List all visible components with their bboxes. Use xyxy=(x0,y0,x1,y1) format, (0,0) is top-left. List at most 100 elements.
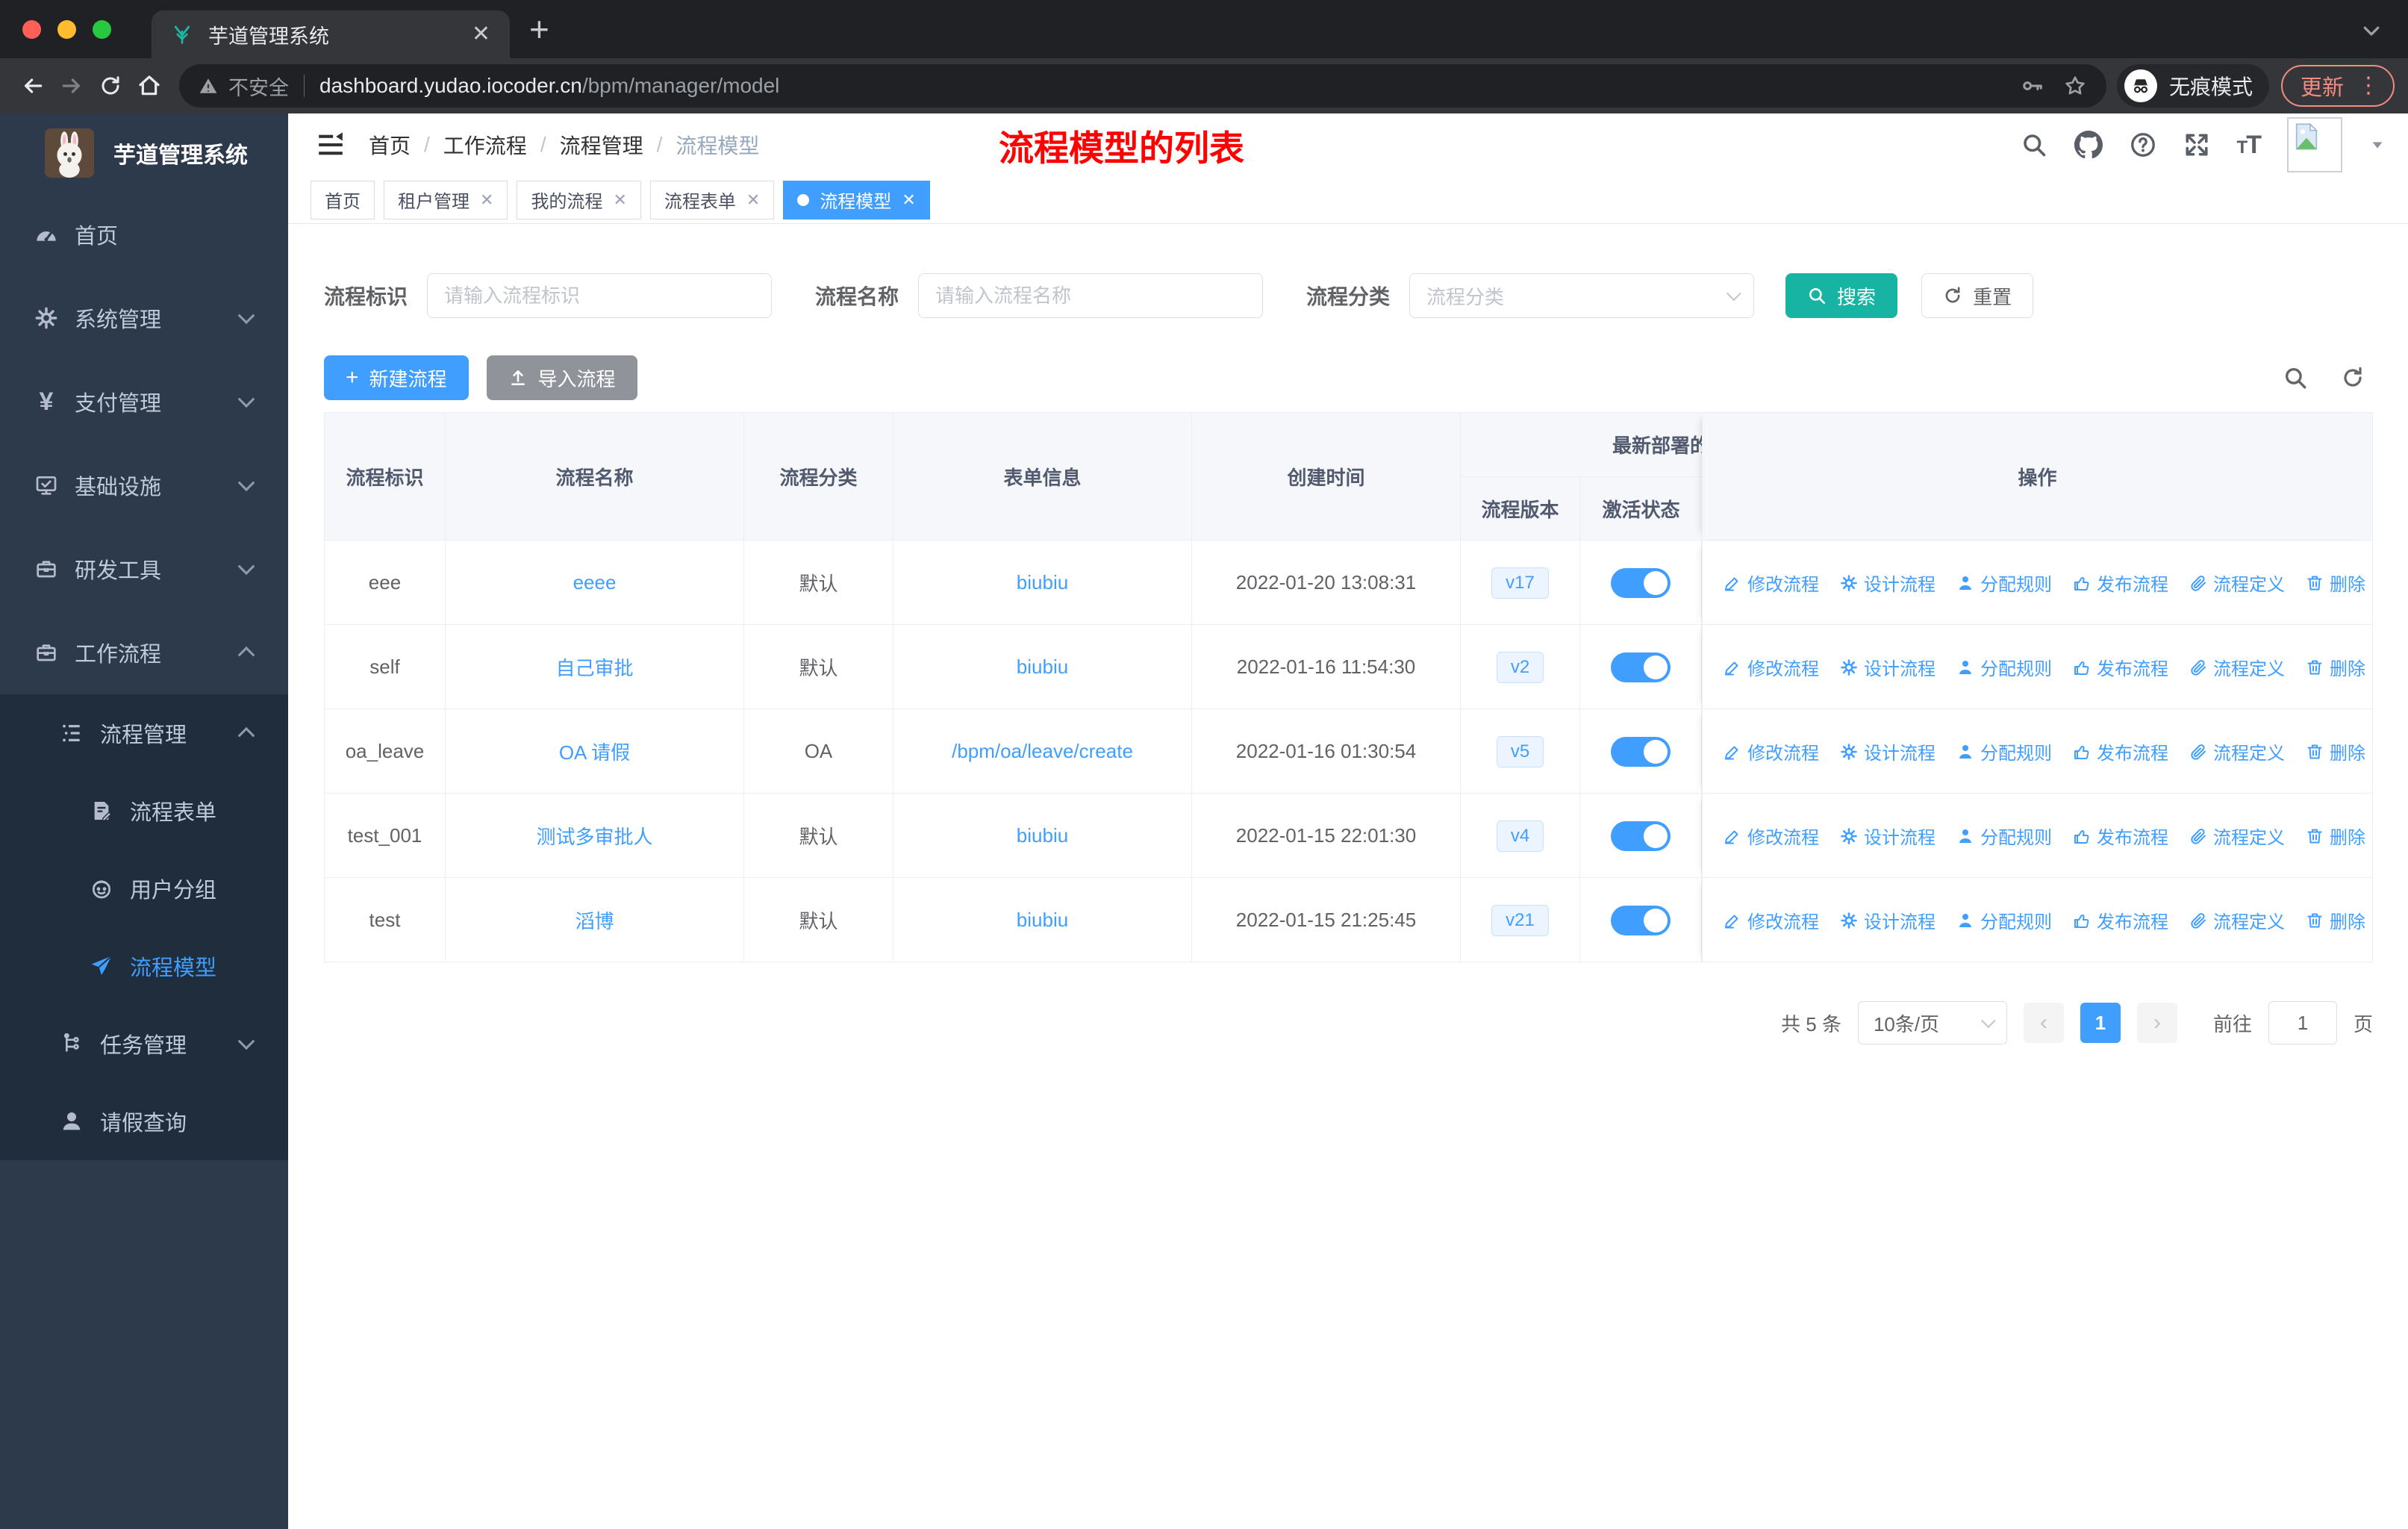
process-name-link[interactable]: OA 请假 xyxy=(559,738,630,765)
browser-update-button[interactable]: 更新 ⋮ xyxy=(2280,65,2395,107)
tag-my-process[interactable]: 我的流程 ✕ xyxy=(517,180,641,219)
goto-page-input[interactable] xyxy=(2268,1001,2337,1044)
process-name-link[interactable]: eeee xyxy=(573,571,617,594)
process-definition-link[interactable]: 流程定义 xyxy=(2189,654,2285,680)
close-window-button[interactable] xyxy=(22,19,41,39)
sidebar-item-workflow[interactable]: 工作流程 xyxy=(0,611,288,694)
assign-rule-link[interactable]: 分配规则 xyxy=(1956,738,2052,764)
modify-process-link[interactable]: 修改流程 xyxy=(1724,738,1819,764)
sidebar-item-process-form[interactable]: 流程表单 xyxy=(0,772,288,850)
assign-rule-link[interactable]: 分配规则 xyxy=(1956,654,2052,680)
sidebar-collapse-icon[interactable] xyxy=(316,131,345,159)
app-logo-row[interactable]: 芋道管理系统 xyxy=(0,113,288,193)
publish-process-link[interactable]: 发布流程 xyxy=(2073,654,2168,680)
assign-rule-link[interactable]: 分配规则 xyxy=(1956,907,2052,933)
assign-rule-link[interactable]: 分配规则 xyxy=(1956,823,2052,849)
close-icon[interactable]: ✕ xyxy=(746,190,760,210)
version-badge[interactable]: v4 xyxy=(1496,820,1544,852)
delete-link[interactable]: 删除 xyxy=(2306,907,2365,933)
active-toggle[interactable] xyxy=(1611,652,1671,682)
help-icon[interactable] xyxy=(2130,131,2156,158)
sidebar-item-payment-management[interactable]: ¥ 支付管理 xyxy=(0,360,288,443)
tag-process-form[interactable]: 流程表单 ✕ xyxy=(649,180,775,219)
search-button[interactable]: 搜索 xyxy=(1785,273,1898,318)
sidebar-item-task-management[interactable]: 任务管理 xyxy=(0,1005,288,1083)
assign-rule-link[interactable]: 分配规则 xyxy=(1956,570,2052,596)
publish-process-link[interactable]: 发布流程 xyxy=(2073,738,2168,764)
not-secure-warning-icon[interactable] xyxy=(199,76,218,96)
sidebar-item-home[interactable]: 首页 xyxy=(0,193,288,276)
home-button[interactable] xyxy=(130,66,169,105)
maximize-window-button[interactable] xyxy=(93,19,111,39)
url-path[interactable]: /bpm/manager/model xyxy=(582,74,780,98)
version-badge[interactable]: v17 xyxy=(1491,567,1549,599)
toggle-search-icon[interactable] xyxy=(2283,365,2308,390)
breadcrumb-process-management[interactable]: 流程管理 xyxy=(560,130,643,160)
delete-link[interactable]: 删除 xyxy=(2306,738,2365,764)
tag-process-model[interactable]: 流程模型 ✕ xyxy=(783,180,930,219)
active-toggle[interactable] xyxy=(1611,820,1671,851)
process-name-input[interactable] xyxy=(918,273,1264,318)
reset-button[interactable]: 重置 xyxy=(1921,273,2034,318)
version-badge[interactable]: v5 xyxy=(1496,735,1544,767)
browser-menu-icon[interactable]: ⋮ xyxy=(2357,75,2380,97)
breadcrumb-home[interactable]: 首页 xyxy=(369,130,411,160)
browser-tab[interactable]: 芋道管理系统 ✕ xyxy=(152,10,510,58)
modify-process-link[interactable]: 修改流程 xyxy=(1724,570,1819,596)
sidebar-item-infrastructure[interactable]: 基础设施 xyxy=(0,443,288,527)
bookmark-star-icon[interactable] xyxy=(2063,74,2087,98)
process-key-input[interactable] xyxy=(427,273,773,318)
active-toggle[interactable] xyxy=(1611,567,1671,598)
design-process-link[interactable]: 设计流程 xyxy=(1840,823,1936,849)
version-badge[interactable]: v21 xyxy=(1491,904,1549,936)
close-icon[interactable]: ✕ xyxy=(613,190,626,210)
sidebar-item-user-group[interactable]: 用户分组 xyxy=(0,850,288,927)
form-info-link[interactable]: biubiu xyxy=(1017,909,1068,932)
import-process-button[interactable]: 导入流程 xyxy=(486,355,637,400)
new-tab-button[interactable]: + xyxy=(529,9,549,49)
create-process-button[interactable]: + 新建流程 xyxy=(324,355,469,400)
delete-link[interactable]: 删除 xyxy=(2306,654,2365,680)
url-host[interactable]: dashboard.yudao.iocoder.cn xyxy=(319,74,582,98)
design-process-link[interactable]: 设计流程 xyxy=(1840,738,1936,764)
fullscreen-icon[interactable] xyxy=(2183,131,2210,158)
active-toggle[interactable] xyxy=(1611,736,1671,767)
address-bar[interactable]: 不安全 dashboard.yudao.iocoder.cn /bpm/mana… xyxy=(179,64,2106,108)
process-definition-link[interactable]: 流程定义 xyxy=(2189,738,2285,764)
page-1-button[interactable]: 1 xyxy=(2080,1003,2121,1043)
search-icon[interactable] xyxy=(2021,131,2047,158)
modify-process-link[interactable]: 修改流程 xyxy=(1724,823,1819,849)
sidebar-item-process-model[interactable]: 流程模型 xyxy=(0,927,288,1005)
publish-process-link[interactable]: 发布流程 xyxy=(2073,570,2168,596)
tag-home[interactable]: 首页 xyxy=(311,180,375,219)
process-name-link[interactable]: 滔博 xyxy=(575,906,614,934)
active-toggle[interactable] xyxy=(1611,905,1671,935)
form-info-link[interactable]: biubiu xyxy=(1017,571,1068,594)
reload-button[interactable] xyxy=(91,66,130,105)
sidebar-item-leave-query[interactable]: 请假查询 xyxy=(0,1083,288,1160)
process-definition-link[interactable]: 流程定义 xyxy=(2189,907,2285,933)
sidebar-item-system-management[interactable]: 系统管理 xyxy=(0,276,288,360)
publish-process-link[interactable]: 发布流程 xyxy=(2073,907,2168,933)
modify-process-link[interactable]: 修改流程 xyxy=(1724,907,1819,933)
form-info-link[interactable]: biubiu xyxy=(1017,655,1068,679)
github-icon[interactable] xyxy=(2074,131,2103,159)
design-process-link[interactable]: 设计流程 xyxy=(1840,654,1936,680)
close-icon[interactable]: ✕ xyxy=(902,190,915,210)
security-label[interactable]: 不安全 xyxy=(228,72,289,101)
back-button[interactable] xyxy=(13,66,52,105)
minimize-window-button[interactable] xyxy=(57,19,76,39)
page-size-select[interactable]: 10条/页 xyxy=(1857,1001,2007,1044)
passwords-key-icon[interactable] xyxy=(2021,75,2044,97)
tab-strip-chevron-icon[interactable] xyxy=(2360,19,2383,42)
delete-link[interactable]: 删除 xyxy=(2306,823,2365,849)
process-name-link[interactable]: 自己审批 xyxy=(555,653,633,681)
design-process-link[interactable]: 设计流程 xyxy=(1840,570,1936,596)
sidebar-item-dev-tools[interactable]: 研发工具 xyxy=(0,527,288,611)
font-size-icon[interactable]: TT xyxy=(2237,131,2262,160)
avatar-caret-icon[interactable] xyxy=(2369,137,2386,153)
process-definition-link[interactable]: 流程定义 xyxy=(2189,570,2285,596)
forward-button[interactable] xyxy=(52,66,91,105)
tab-close-icon[interactable]: ✕ xyxy=(472,23,490,46)
close-icon[interactable]: ✕ xyxy=(480,190,493,210)
